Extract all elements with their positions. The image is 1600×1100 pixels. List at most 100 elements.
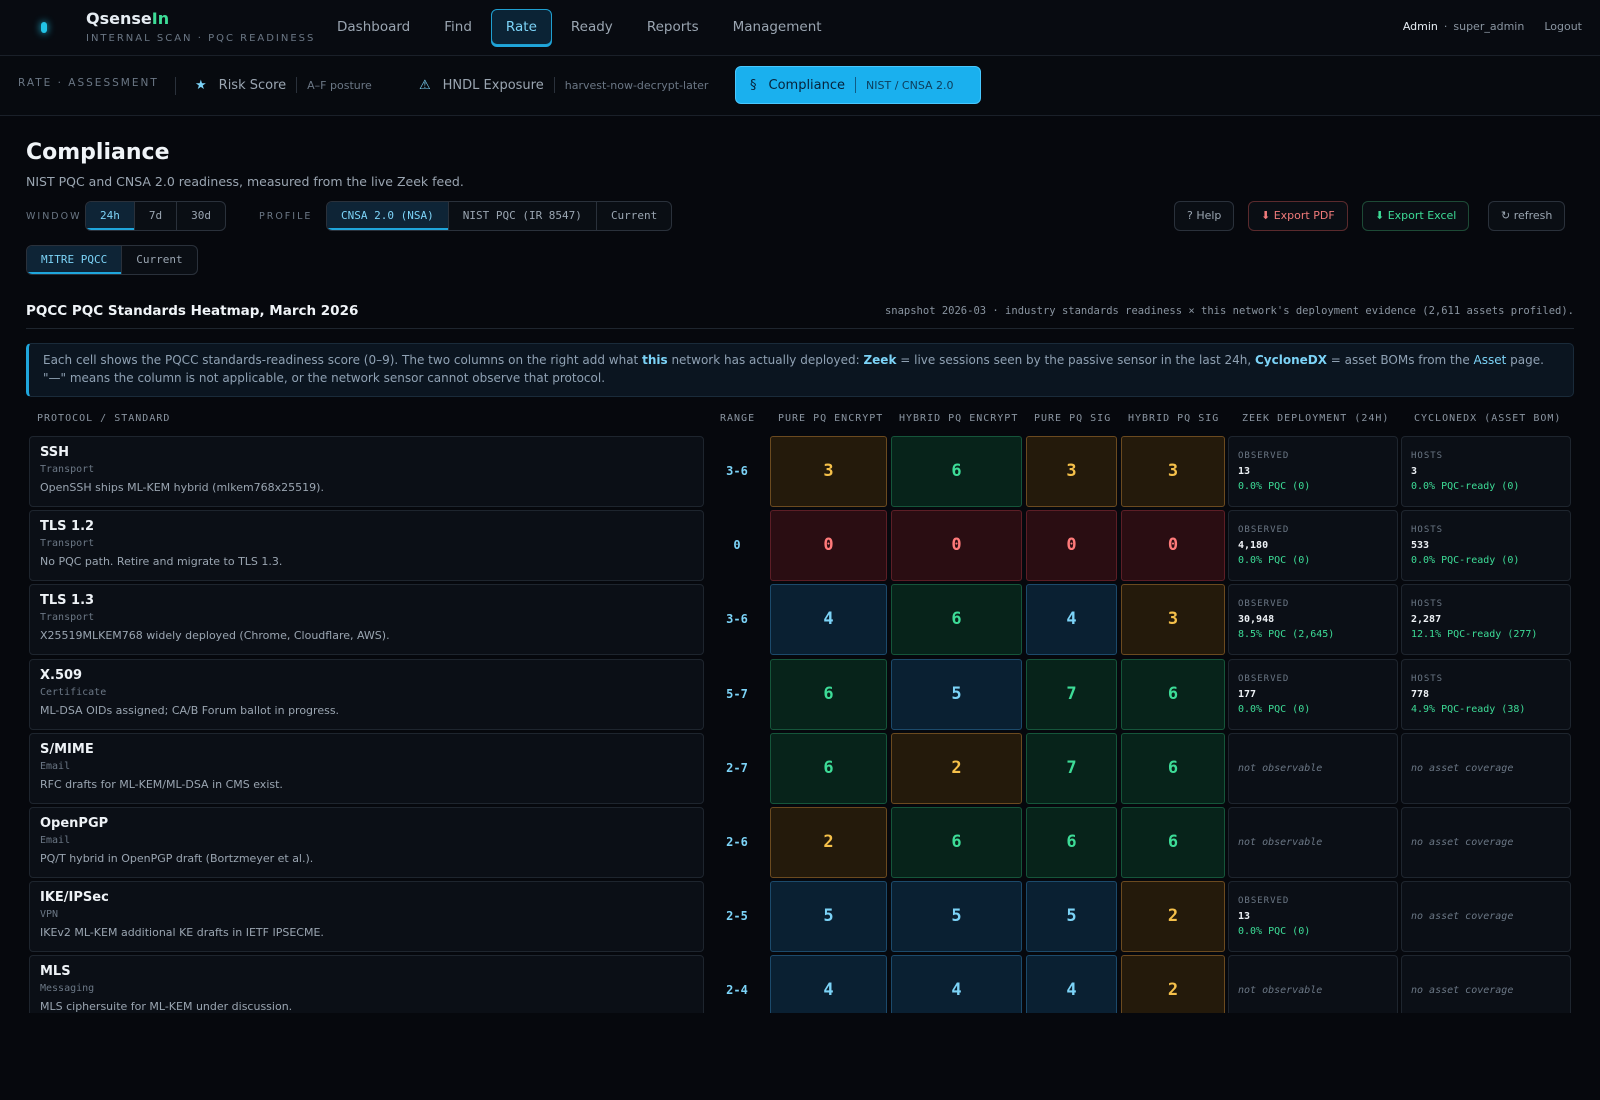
score-cell[interactable]: 0 bbox=[891, 510, 1022, 582]
score-cell[interactable]: 6 bbox=[770, 732, 887, 804]
score-cell[interactable]: 6 bbox=[1121, 732, 1225, 804]
deployment-label: HOSTS bbox=[1411, 599, 1444, 610]
protocol-cell[interactable]: MLS Messaging MLS ciphersuite for ML-KEM u… bbox=[29, 955, 704, 1013]
logo-icon bbox=[41, 22, 47, 33]
score-cell[interactable]: 4 bbox=[770, 584, 887, 656]
range-value: 3-6 bbox=[726, 464, 748, 478]
deployment-count: 13 bbox=[1238, 911, 1251, 923]
export-pdf-button[interactable]: ⬇ Export PDF bbox=[1248, 201, 1348, 231]
score-cell[interactable]: 5 bbox=[770, 881, 887, 953]
nav-ready[interactable]: Ready bbox=[556, 9, 628, 45]
user-info: Admin · super_admin Logout bbox=[1403, 20, 1582, 33]
framework-option-mitre-pqcc[interactable]: MITRE PQCC bbox=[27, 246, 123, 274]
protocol-category: Messaging bbox=[40, 983, 95, 995]
protocol-cell[interactable]: IKE/IPSec VPN IKEv2 ML-KEM additional KE d… bbox=[29, 881, 704, 953]
range-value: 2-4 bbox=[726, 983, 748, 998]
score-cell[interactable]: 0 bbox=[1026, 510, 1117, 582]
table-row: TLS 1.3 Transport X25519MLKEM768 widely de… bbox=[0, 584, 1600, 656]
page-title: Compliance bbox=[26, 140, 170, 165]
protocol-cell[interactable]: OpenPGP Email PQ/T hybrid in OpenPGP draft… bbox=[29, 807, 704, 878]
logout-link[interactable]: Logout bbox=[1544, 20, 1582, 33]
score-cell[interactable]: 5 bbox=[891, 658, 1022, 730]
score-cell[interactable]: 3 bbox=[1121, 584, 1225, 656]
info-box: Each cell shows the PQCC standards-readi… bbox=[26, 343, 1574, 397]
score-cell[interactable]: 4 bbox=[891, 955, 1022, 1013]
score-cell[interactable]: 5 bbox=[1026, 881, 1117, 953]
score-cell[interactable]: 6 bbox=[1026, 807, 1117, 878]
score-cell[interactable]: 6 bbox=[770, 658, 887, 730]
refresh-button[interactable]: ↻ refresh bbox=[1488, 201, 1566, 231]
protocol-cell[interactable]: S/MIME Email RFC drafts for ML-KEM/ML-DSA … bbox=[29, 732, 704, 804]
export-excel-button[interactable]: ⬇ Export Excel bbox=[1362, 201, 1470, 231]
star-icon: ★ bbox=[195, 77, 207, 93]
profile-option-current[interactable]: Current bbox=[597, 202, 671, 230]
asset-link[interactable]: Asset bbox=[1474, 353, 1507, 367]
nav-management[interactable]: Management bbox=[718, 9, 837, 45]
score-cell[interactable]: 6 bbox=[891, 436, 1022, 507]
deployment-label: HOSTS bbox=[1411, 673, 1444, 684]
table-row: OpenPGP Email PQ/T hybrid in OpenPGP draft… bbox=[0, 807, 1600, 878]
protocol-category: Transport bbox=[40, 612, 95, 624]
score-cell[interactable]: 2 bbox=[770, 807, 887, 878]
score-cell[interactable]: 7 bbox=[1026, 732, 1117, 804]
protocol-category: Certificate bbox=[40, 686, 107, 698]
range-value: 0 bbox=[733, 538, 741, 553]
nav-reports[interactable]: Reports bbox=[632, 9, 714, 45]
score-cell[interactable]: 6 bbox=[891, 807, 1022, 878]
score-cell[interactable]: 3 bbox=[1121, 436, 1225, 507]
protocol-name: OpenPGP bbox=[40, 816, 109, 831]
score-cell[interactable]: 3 bbox=[1026, 436, 1117, 507]
window-option-30d[interactable]: 30d bbox=[177, 202, 225, 230]
framework-option-current[interactable]: Current bbox=[122, 246, 196, 274]
subtab-divider bbox=[296, 77, 298, 93]
score-cell[interactable]: 2 bbox=[1121, 955, 1225, 1013]
protocol-note: PQ/T hybrid in OpenPGP draft (Bortzmeyer… bbox=[40, 852, 314, 865]
protocol-name: S/MIME bbox=[40, 741, 94, 757]
score-cell[interactable]: 6 bbox=[1121, 658, 1225, 730]
col-range: RANGE bbox=[720, 413, 756, 424]
help-button[interactable]: ? Help bbox=[1174, 201, 1235, 231]
window-option-7d[interactable]: 7d bbox=[135, 202, 178, 230]
section-meta: snapshot 2026-03 · industry standards re… bbox=[884, 305, 1574, 317]
score-cell[interactable]: 5 bbox=[891, 881, 1022, 953]
brand-name[interactable]: QsenseIn bbox=[86, 9, 169, 28]
score-cell[interactable]: 0 bbox=[1121, 510, 1225, 582]
framework-selector: MITRE PQCC Current bbox=[26, 245, 198, 275]
cyclonedx-cell: HOSTS 2,287 12.1% PQC-ready (277) bbox=[1401, 584, 1571, 656]
user-role: Admin bbox=[1402, 20, 1438, 33]
score-cell[interactable]: 3 bbox=[770, 436, 887, 507]
zeek-deployment-cell: OBSERVED 30,948 8.5% PQC (2,645) bbox=[1228, 584, 1398, 656]
profile-option-nist-pqc-ir-8547[interactable]: NIST PQC (IR 8547) bbox=[449, 202, 597, 230]
score-cell[interactable]: 6 bbox=[891, 584, 1022, 656]
profile-option-cnsa-2-0-nsa[interactable]: CNSA 2.0 (NSA) bbox=[327, 202, 449, 230]
score-cell[interactable]: 2 bbox=[891, 732, 1022, 804]
nav-find[interactable]: Find bbox=[429, 9, 487, 45]
protocol-name: TLS 1.2 bbox=[40, 519, 95, 535]
subtab-risk-score[interactable]: ★ Risk Score A–F posture bbox=[181, 66, 386, 104]
protocol-cell[interactable]: TLS 1.2 Transport No PQC path. Retire and … bbox=[29, 510, 704, 582]
nav-dashboard[interactable]: Dashboard bbox=[322, 9, 425, 45]
protocol-cell[interactable]: TLS 1.3 Transport X25519MLKEM768 widely de… bbox=[29, 584, 704, 656]
score-cell[interactable]: 4 bbox=[770, 955, 887, 1013]
score-cell[interactable]: 4 bbox=[1026, 584, 1117, 656]
cyclonedx-cell: no asset coverage bbox=[1401, 807, 1571, 878]
not-available-text: no asset coverage bbox=[1411, 985, 1514, 997]
protocol-cell[interactable]: X.509 Certificate ML-DSA OIDs assigned; CA… bbox=[29, 658, 704, 730]
score-cell[interactable]: 6 bbox=[1121, 807, 1225, 878]
profile-selector: CNSA 2.0 (NSA) NIST PQC (IR 8547) Current bbox=[326, 201, 673, 231]
subtab-compliance[interactable]: § Compliance NIST / CNSA 2.0 bbox=[735, 66, 981, 104]
score-cell[interactable]: 2 bbox=[1121, 881, 1225, 953]
brand-accent: In bbox=[151, 9, 170, 28]
score-cell[interactable]: 0 bbox=[770, 510, 887, 582]
protocol-category: VPN bbox=[40, 909, 59, 921]
subtab-hndl-exposure[interactable]: ⚠ HNDL Exposure harvest-now-decrypt-later bbox=[405, 66, 722, 104]
score-cell[interactable]: 4 bbox=[1026, 955, 1117, 1013]
nav-rate[interactable]: Rate bbox=[490, 9, 552, 45]
subtab-sublabel: harvest-now-decrypt-later bbox=[564, 78, 709, 92]
score-cell[interactable]: 7 bbox=[1026, 658, 1117, 730]
protocol-cell[interactable]: SSH Transport OpenSSH ships ML-KEM hybrid … bbox=[29, 436, 704, 507]
protocol-name: IKE/IPSec bbox=[40, 890, 109, 906]
table-row: S/MIME Email RFC drafts for ML-KEM/ML-DSA … bbox=[0, 732, 1600, 804]
window-option-24h[interactable]: 24h bbox=[86, 202, 135, 230]
not-available-text: no asset coverage bbox=[1411, 911, 1514, 923]
